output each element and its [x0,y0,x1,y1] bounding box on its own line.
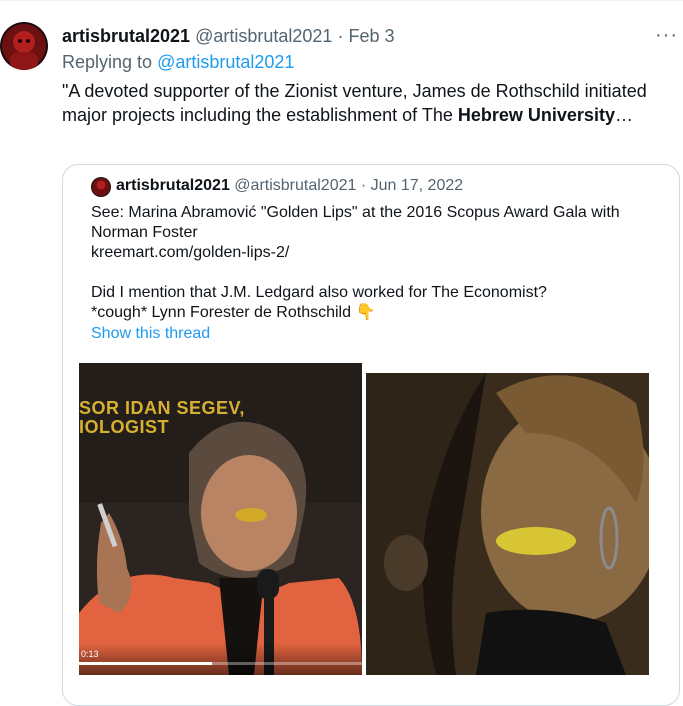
more-horizontal-icon[interactable]: ··· [655,24,678,47]
quoted-handle[interactable]: @artisbrutal2021 [234,177,356,194]
video-thumbnail-speaker[interactable]: SOR IDAN SEGEV, IOLOGIST 0:13 [79,363,362,675]
photo-golden-lips[interactable] [366,373,649,675]
video-controls-overlay [79,643,362,675]
sign-line: SOR IDAN SEGEV, IOLOGIST [79,398,245,437]
tweet-text: "A devoted supporter of the Zionist vent… [62,79,674,127]
replying-to: Replying to @artisbrutal2021 [62,52,294,73]
quoted-tweet[interactable]: artisbrutal2021 @artisbrutal2021 · Jun 1… [62,164,680,706]
author-handle[interactable]: @artisbrutal2021 [195,26,332,46]
author-display-name[interactable]: artisbrutal2021 [62,26,190,46]
replying-handle-link[interactable]: @artisbrutal2021 [157,52,294,72]
top-divider [0,0,683,1]
tweet-text-end: … [614,105,633,125]
tweet-header: artisbrutal2021 @artisbrutal2021 · Feb 3 [62,26,395,47]
quoted-author-avatar[interactable] [91,177,111,197]
video-timestamp: 0:13 [81,649,99,659]
quoted-date[interactable]: Jun 17, 2022 [371,177,464,194]
quoted-separator: · [360,177,367,194]
video-progress-fill [79,662,212,665]
tweet-date[interactable]: Feb 3 [348,26,394,46]
video-caption-sign: SOR IDAN SEGEV, IOLOGIST [79,399,245,437]
replying-prefix: Replying to [62,52,153,72]
author-avatar[interactable] [0,22,48,70]
show-thread-link[interactable]: Show this thread [91,325,210,343]
header-separator: · [337,26,344,46]
quoted-display-name[interactable]: artisbrutal2021 [116,177,230,194]
quoted-tweet-header: artisbrutal2021 @artisbrutal2021 · Jun 1… [116,177,463,195]
tweet-text-bold: Hebrew University [457,105,615,125]
quoted-tweet-text: See: Marina Abramović "Golden Lips" at t… [91,204,620,321]
